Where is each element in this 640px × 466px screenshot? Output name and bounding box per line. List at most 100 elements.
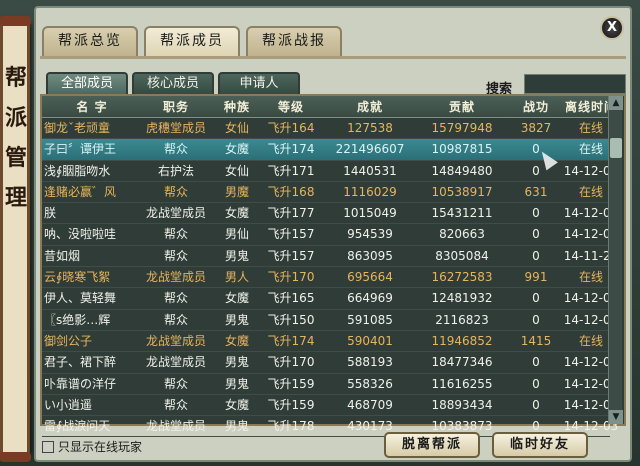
column-header-merit[interactable]: 战功	[510, 96, 562, 118]
column-header-race[interactable]: 种族	[214, 96, 260, 118]
member-position: 右护法	[157, 163, 194, 178]
member-position: 虎穗堂成员	[145, 121, 206, 135]
member-achievement: 588193	[347, 355, 393, 370]
member-level: 飞升174	[267, 333, 315, 348]
tab-overview[interactable]: 帮派总览	[42, 26, 138, 56]
member-achievement: 591085	[347, 312, 393, 327]
table-row[interactable]: 呐、没啦啦哇 帮众 男仙 飞升157 954539 820663 0 14-12-02	[42, 224, 618, 246]
member-contribution: 8305084	[435, 248, 489, 263]
member-merit: 0	[532, 355, 540, 370]
member-race: 男鬼	[224, 419, 249, 434]
member-level: 飞升165	[267, 291, 315, 306]
member-merit: 0	[532, 206, 540, 221]
member-merit: 0	[532, 397, 540, 412]
member-race: 女仙	[224, 163, 249, 178]
member-name: 御龙ˇ老顽童	[44, 121, 111, 135]
member-race: 男鬼	[224, 376, 249, 391]
member-contribution: 14849480	[431, 163, 493, 178]
scroll-up-button[interactable]: ▲	[609, 96, 623, 110]
member-race: 男魔	[224, 184, 249, 199]
member-achievement: 1015049	[343, 206, 397, 221]
scroll-down-button[interactable]: ▼	[609, 410, 623, 424]
member-merit: 0	[532, 227, 540, 242]
member-name: 昔如烟	[44, 248, 81, 263]
tab-battle-report[interactable]: 帮派战报	[246, 26, 342, 56]
member-name: 浅∮胭脂吻水	[44, 163, 111, 178]
member-level: 飞升159	[267, 376, 315, 391]
table-row[interactable]: 逢赌必赢゛风 帮众 男魔 飞升168 1116029 10538917 631 在线	[42, 182, 610, 204]
member-contribution: 10538917	[431, 184, 493, 199]
member-name: 朕	[44, 206, 57, 221]
table-row[interactable]: 君子、裙下醉 龙战堂成员 男鬼 飞升170 588193 18477346 0 14-12-0…	[42, 352, 618, 374]
member-achievement: 127538	[347, 121, 393, 135]
member-position: 帮众	[163, 227, 188, 242]
scroll-thumb[interactable]	[610, 138, 622, 158]
online-only-toggle[interactable]: 只显示在线玩家	[42, 438, 142, 455]
scroll-cap-bottom	[0, 452, 31, 462]
side-title: 帮派管理	[5, 65, 28, 211]
member-position: 龙战堂成员	[145, 355, 206, 370]
table-row[interactable]: 〖s绝影…辉 帮众 男鬼 飞升150 591085 2116823 0 14-12-03	[42, 310, 618, 331]
member-position: 龙战堂成员	[145, 333, 206, 348]
table-row[interactable]: 伊人、莫轻舞 帮众 女魔 飞升165 664969 12481932 0 14-12-04	[42, 288, 618, 310]
member-level: 飞升150	[267, 312, 315, 327]
table-scrollbar[interactable]: ▲ ▼	[608, 96, 623, 424]
table-row[interactable]: 昔如烟 帮众 男鬼 飞升157 863095 8305084 0 14-11-29	[42, 246, 618, 268]
temp-friend-button[interactable]: 临时好友	[492, 432, 588, 458]
member-race: 男鬼	[224, 248, 249, 263]
close-button[interactable]: X	[600, 16, 624, 40]
table-row[interactable]: 云∮晓寒飞絮 龙战堂成员 男人 飞升170 695664 16272583 991 在线	[42, 267, 610, 289]
member-achievement: 558326	[347, 376, 393, 391]
member-race: 女魔	[224, 142, 249, 157]
member-merit: 631	[524, 184, 548, 199]
tab-all-members[interactable]: 全部成员	[46, 72, 128, 94]
member-merit: 991	[524, 270, 548, 285]
member-contribution: 18477346	[431, 355, 493, 370]
member-level: 飞升177	[267, 206, 315, 221]
member-achievement: 863095	[347, 248, 393, 263]
tab-core-members[interactable]: 核心成员	[132, 72, 214, 94]
member-table: 名 字 职务 种族 等级 成就 贡献 战功 离线时间 御龙ˇ老顽童 虎穗堂成员女仙…	[40, 94, 626, 438]
main-tabs: 帮派总览 帮派成员 帮派战报	[42, 26, 342, 58]
member-position: 帮众	[163, 397, 188, 412]
member-achievement: 695664	[347, 270, 393, 285]
member-name: 君子、裙下醉	[44, 355, 117, 370]
column-header-name[interactable]: 名 字	[44, 96, 140, 118]
table-row[interactable]: 浅∮胭脂吻水 右护法 女仙 飞升171 1440531 14849480 0 14-12-04	[42, 161, 618, 182]
scroll-cap-top	[0, 16, 31, 26]
table-row[interactable]: 卟靠谱の洋仔 帮众 男鬼 飞升159 558326 11616255 0 14-12-04	[42, 374, 618, 395]
member-achievement: 221496607	[335, 142, 405, 157]
member-race: 男仙	[224, 227, 249, 242]
member-name: 御剑公子	[44, 333, 93, 348]
member-level: 飞升171	[267, 163, 315, 178]
column-header-position[interactable]: 职务	[140, 96, 212, 118]
member-achievement: 664969	[347, 291, 393, 306]
column-header-achievement[interactable]: 成就	[326, 96, 414, 118]
member-race: 男鬼	[224, 355, 249, 370]
table-header: 名 字 职务 种族 等级 成就 贡献 战功 离线时间	[42, 96, 616, 118]
table-row[interactable]: 子曰〞谭伊王 帮众 女魔 飞升174 221496607 10987815 0 在线	[42, 139, 610, 161]
search-input[interactable]	[524, 74, 626, 94]
guild-management-banner: 帮派管理	[0, 16, 31, 462]
leave-guild-button[interactable]: 脱离帮派	[384, 432, 480, 458]
column-header-contribution[interactable]: 贡献	[414, 96, 510, 118]
online-only-checkbox[interactable]	[42, 440, 54, 453]
table-row[interactable]: い小逍遥 帮众 女魔 飞升159 468709 18893434 0 14-12-03	[42, 395, 618, 417]
table-row[interactable]: 御剑公子 龙战堂成员 女魔 飞升174 590401 11946852 1415 在线	[42, 331, 610, 353]
column-header-level[interactable]: 等级	[260, 96, 322, 118]
member-level: 飞升157	[267, 227, 315, 242]
tab-members[interactable]: 帮派成员	[144, 26, 240, 58]
tab-applicants[interactable]: 申请人	[218, 72, 300, 94]
member-name: 伊人、莫轻舞	[44, 291, 117, 306]
member-position: 帮众	[163, 376, 188, 391]
member-position: 帮众	[163, 184, 188, 199]
member-achievement: 1116029	[343, 184, 397, 199]
member-level: 飞升170	[267, 355, 315, 370]
table-row[interactable]: 御龙ˇ老顽童 虎穗堂成员 女仙 飞升164 127538 15797948 3827 在线	[42, 118, 610, 140]
member-name: 子曰〞谭伊王	[44, 142, 117, 157]
member-race: 女魔	[224, 333, 249, 348]
member-contribution: 820663	[439, 227, 485, 242]
member-contribution: 15431211	[431, 206, 493, 221]
table-row[interactable]: 朕龙战堂成员 女魔 飞升177 1015049 15431211 0 14-12-04	[42, 203, 618, 225]
member-position: 帮众	[163, 248, 188, 263]
